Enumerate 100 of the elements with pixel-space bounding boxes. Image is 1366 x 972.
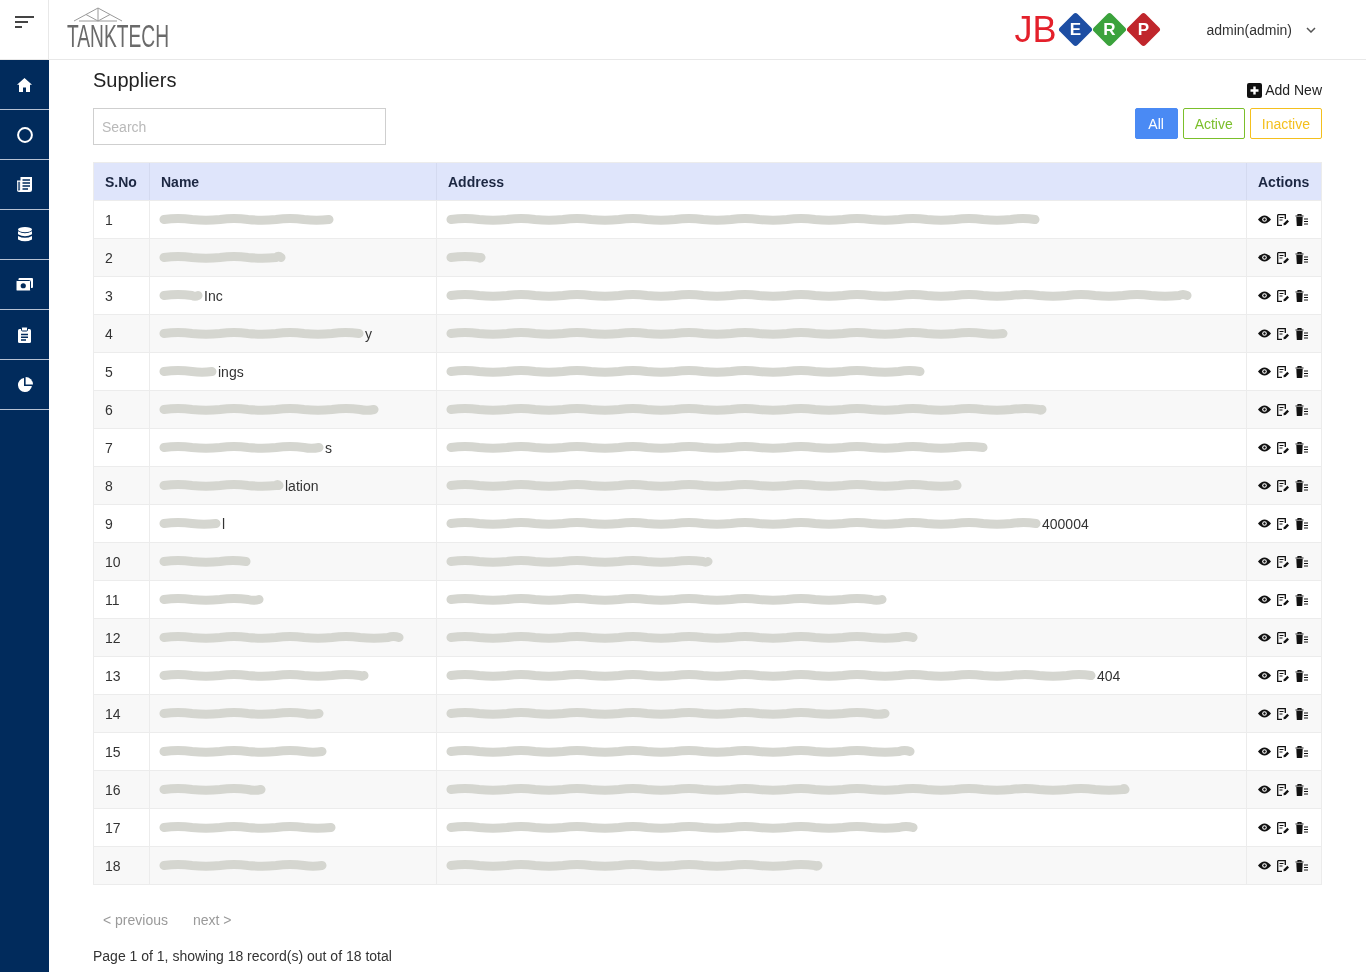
- trash-icon[interactable]: [1295, 441, 1308, 454]
- trash-icon[interactable]: [1295, 859, 1308, 872]
- row-number: 5: [105, 363, 113, 380]
- edit-icon[interactable]: [1277, 669, 1289, 682]
- edit-icon[interactable]: [1277, 555, 1289, 568]
- supplier-name: s: [325, 439, 332, 456]
- user-menu[interactable]: admin(admin): [1206, 21, 1316, 38]
- trash-icon[interactable]: [1295, 289, 1308, 302]
- view-icon[interactable]: [1258, 861, 1271, 870]
- view-icon[interactable]: [1258, 367, 1271, 376]
- home-icon[interactable]: [17, 77, 32, 92]
- row-number: 3: [105, 287, 113, 304]
- filter-button[interactable]: Active: [1182, 108, 1245, 139]
- edit-icon[interactable]: [1277, 631, 1289, 644]
- edit-icon[interactable]: [1277, 251, 1289, 264]
- page-title: Suppliers: [93, 68, 177, 93]
- edit-icon[interactable]: [1277, 707, 1289, 720]
- trash-icon[interactable]: [1295, 593, 1308, 606]
- view-icon[interactable]: [1258, 595, 1271, 604]
- row-number: 15: [105, 743, 121, 760]
- edit-icon[interactable]: [1277, 517, 1289, 530]
- edit-icon[interactable]: [1277, 403, 1289, 416]
- trash-icon[interactable]: [1295, 365, 1308, 378]
- logo-letter-tile: P: [1125, 10, 1162, 49]
- view-icon[interactable]: [1258, 747, 1271, 756]
- row-number: 4: [105, 325, 113, 342]
- search-field[interactable]: Search: [93, 108, 386, 145]
- edit-icon[interactable]: [1277, 441, 1289, 454]
- view-icon[interactable]: [1258, 709, 1271, 718]
- trash-icon[interactable]: [1295, 707, 1308, 720]
- row-number: 18: [105, 857, 121, 874]
- supplier-name: l: [222, 515, 226, 532]
- trash-icon[interactable]: [1295, 251, 1308, 264]
- view-icon[interactable]: [1258, 215, 1271, 224]
- trash-icon[interactable]: [1295, 821, 1308, 834]
- view-icon[interactable]: [1258, 785, 1271, 794]
- view-icon[interactable]: [1258, 253, 1271, 262]
- supplier-name: ings: [218, 363, 244, 380]
- column-header: S.No: [94, 163, 149, 200]
- trash-icon[interactable]: [1295, 555, 1308, 568]
- circle-icon[interactable]: [16, 126, 33, 143]
- row-number: 1: [105, 211, 113, 228]
- trash-icon[interactable]: [1295, 745, 1308, 758]
- edit-icon[interactable]: [1277, 593, 1289, 606]
- column-header: Name: [149, 163, 436, 200]
- filter-button[interactable]: Inactive: [1249, 108, 1322, 139]
- trash-icon[interactable]: [1295, 403, 1308, 416]
- trash-icon[interactable]: [1295, 669, 1308, 682]
- menu-icon[interactable]: [14, 16, 34, 28]
- supplier-address: 404: [1097, 667, 1121, 684]
- trash-icon[interactable]: [1295, 479, 1308, 492]
- row-number: 14: [105, 705, 121, 722]
- row-number: 8: [105, 477, 113, 494]
- pie-chart-icon[interactable]: [16, 376, 33, 393]
- trash-icon[interactable]: [1295, 631, 1308, 644]
- view-icon[interactable]: [1258, 671, 1271, 680]
- logo-letter-tile: R: [1091, 10, 1128, 49]
- view-icon[interactable]: [1258, 557, 1271, 566]
- row-number: 17: [105, 819, 121, 836]
- view-icon[interactable]: [1258, 519, 1271, 528]
- row-number: 9: [105, 515, 113, 532]
- chevron-down-icon: [1306, 26, 1316, 33]
- trash-icon[interactable]: [1295, 783, 1308, 796]
- row-number: 16: [105, 781, 121, 798]
- add-new-button[interactable]: Add New: [1247, 81, 1322, 99]
- trash-icon[interactable]: [1295, 213, 1308, 226]
- edit-icon[interactable]: [1277, 745, 1289, 758]
- row-number: 7: [105, 439, 113, 456]
- edit-icon[interactable]: [1277, 783, 1289, 796]
- trash-icon[interactable]: [1295, 517, 1308, 530]
- view-icon[interactable]: [1258, 633, 1271, 642]
- row-number: 10: [105, 553, 121, 570]
- edit-icon[interactable]: [1277, 821, 1289, 834]
- edit-icon[interactable]: [1277, 859, 1289, 872]
- edit-icon[interactable]: [1277, 365, 1289, 378]
- row-number: 11: [105, 591, 120, 608]
- row-number: 12: [105, 629, 121, 646]
- database-icon[interactable]: [17, 227, 32, 242]
- edit-icon[interactable]: [1277, 479, 1289, 492]
- edit-icon[interactable]: [1277, 327, 1289, 340]
- view-icon[interactable]: [1258, 329, 1271, 338]
- supplier-name: y: [365, 325, 372, 342]
- logo-text: TANKTECH: [67, 18, 170, 54]
- edit-icon[interactable]: [1277, 213, 1289, 226]
- supplier-name: lation: [285, 477, 319, 494]
- view-icon[interactable]: [1258, 405, 1271, 414]
- view-icon[interactable]: [1258, 443, 1271, 452]
- newspaper-icon[interactable]: [17, 177, 32, 192]
- page-status-text: Page 1 of 1, showing 18 record(s) out of 18 total: [93, 948, 392, 964]
- supplier-address: 400004: [1042, 515, 1089, 532]
- filter-button[interactable]: All: [1134, 108, 1178, 139]
- view-icon[interactable]: [1258, 481, 1271, 490]
- clipboard-icon[interactable]: [18, 326, 31, 343]
- view-icon[interactable]: [1258, 823, 1271, 832]
- edit-icon[interactable]: [1277, 289, 1289, 302]
- column-header: Actions: [1246, 163, 1321, 200]
- cash-icon[interactable]: [16, 278, 33, 291]
- trash-icon[interactable]: [1295, 327, 1308, 340]
- view-icon[interactable]: [1258, 291, 1271, 300]
- supplier-name: Inc: [204, 287, 223, 304]
